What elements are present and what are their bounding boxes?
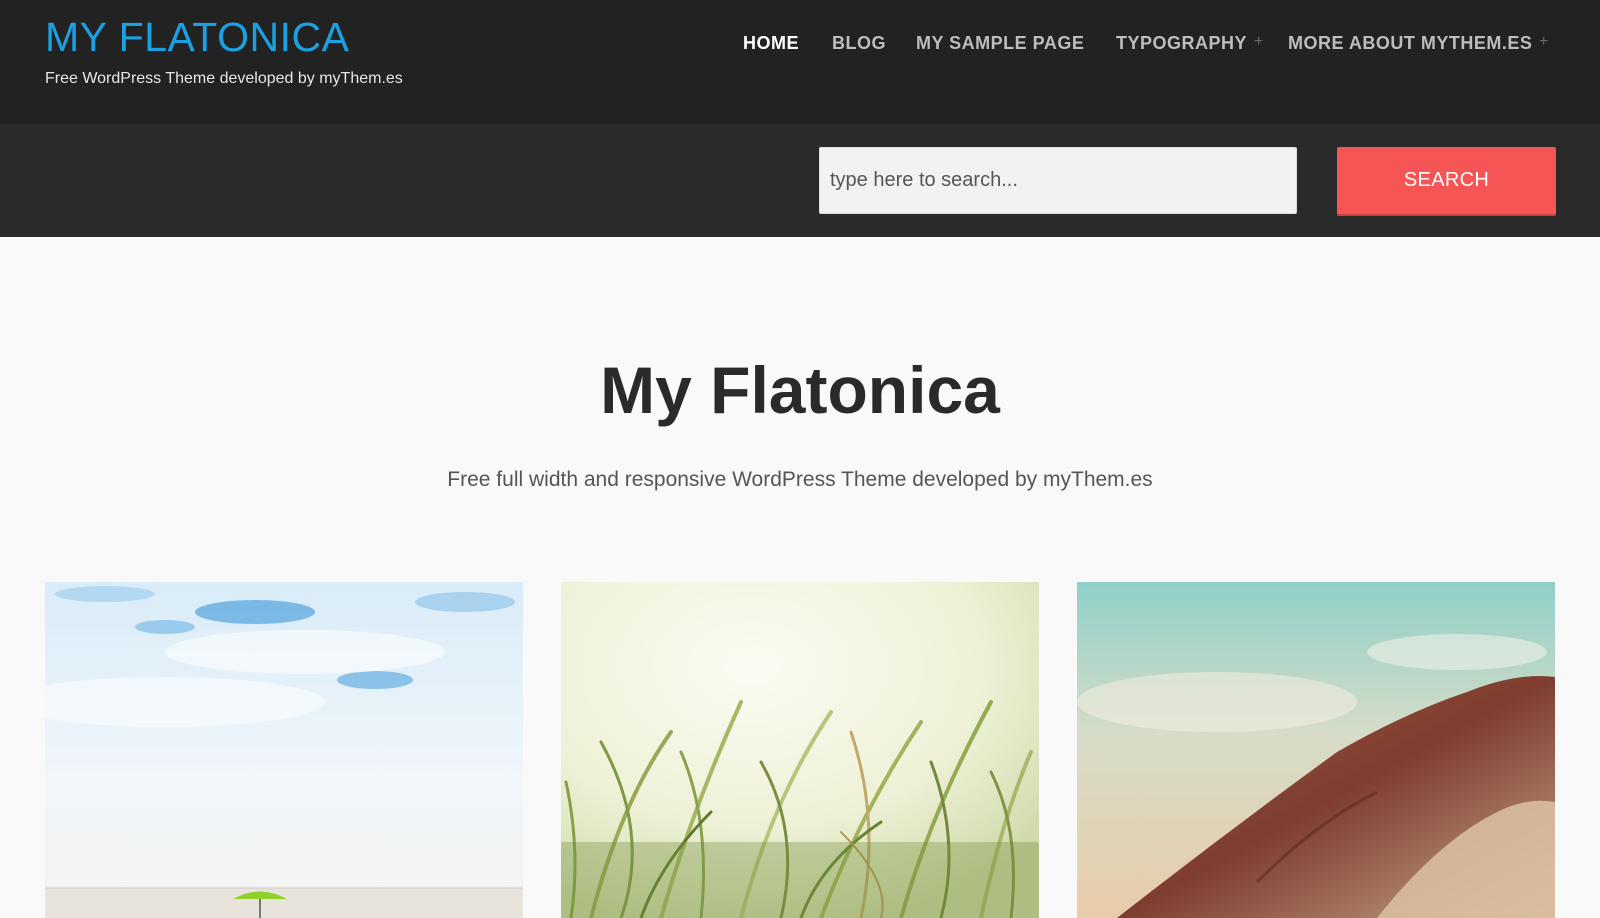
cliff-photo <box>1077 582 1555 918</box>
nav-typography[interactable]: TYPOGRAPHY <box>1116 33 1247 54</box>
post-thumbnail-grass[interactable] <box>561 582 1039 918</box>
nav-my-sample-page[interactable]: MY SAMPLE PAGE <box>916 33 1084 54</box>
page-title: My Flatonica <box>600 353 1000 427</box>
nav-blog[interactable]: BLOG <box>832 33 886 54</box>
beach-photo <box>45 582 523 918</box>
search-bar: SEARCH <box>0 124 1600 237</box>
nav-home[interactable]: HOME <box>743 33 799 54</box>
plus-icon[interactable]: + <box>1539 33 1548 51</box>
site-description: Free WordPress Theme developed by myThem… <box>45 70 403 87</box>
post-thumbnail-beach[interactable] <box>45 582 523 918</box>
site-header: MY FLATONICA Free WordPress Theme develo… <box>0 0 1600 124</box>
nav-more-about-mythemes[interactable]: MORE ABOUT MYTHEM.ES <box>1288 33 1532 54</box>
page-subtitle: Free full width and responsive WordPress… <box>447 468 1153 491</box>
search-input[interactable] <box>819 147 1297 214</box>
post-thumbnail-cliff[interactable] <box>1077 582 1555 918</box>
main-navigation: HOME BLOG MY SAMPLE PAGE TYPOGRAPHY + MO… <box>0 33 1600 59</box>
grass-photo <box>561 582 1039 918</box>
search-button[interactable]: SEARCH <box>1337 147 1556 214</box>
plus-icon[interactable]: + <box>1254 33 1263 51</box>
